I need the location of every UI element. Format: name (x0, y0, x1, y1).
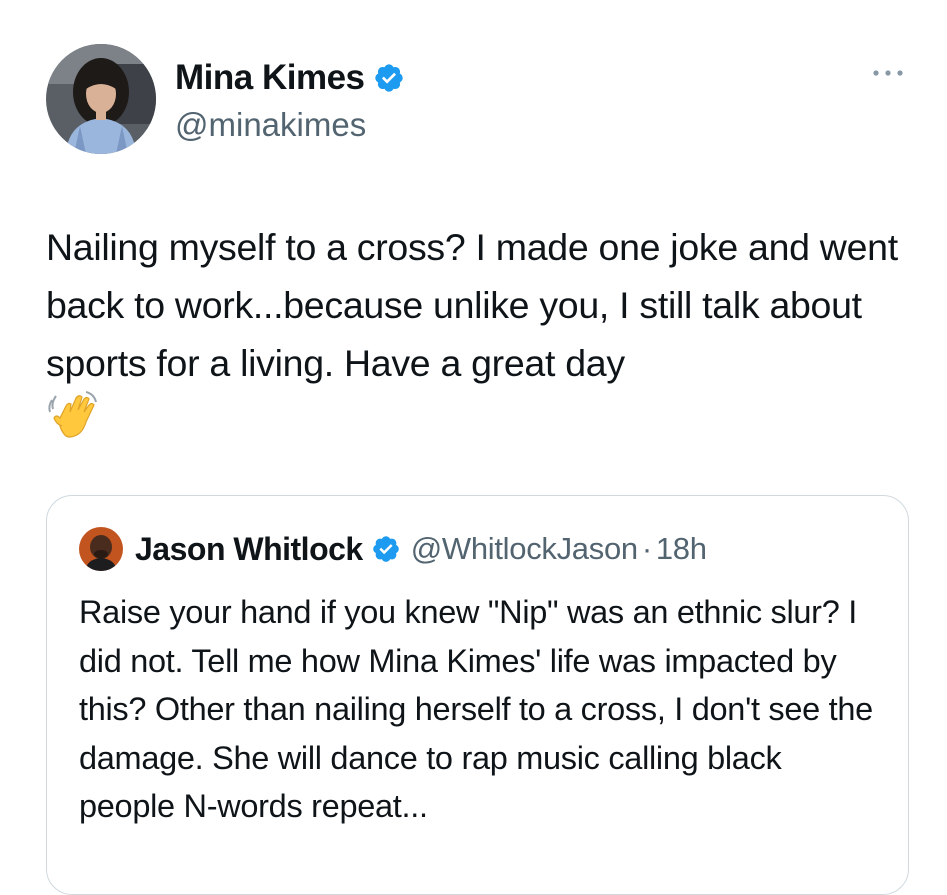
quoted-tweet-time[interactable]: 18h (656, 531, 707, 567)
author-handle[interactable]: @minakimes (175, 104, 366, 146)
separator-dot: · (641, 531, 652, 566)
quoted-author-handle[interactable]: @WhitlockJason (411, 531, 638, 567)
verified-badge-icon (374, 64, 403, 92)
waving-hand-emoji-icon (48, 391, 97, 438)
quoted-tweet-header: Jason Whitlock @WhitlockJason · 18h (79, 526, 707, 572)
tweet-text: Nailing myself to a cross? I made one jo… (46, 226, 898, 384)
profile-photo-man-icon (79, 527, 123, 571)
quoted-author-name[interactable]: Jason Whitlock (135, 531, 363, 568)
quoted-tweet-text: Raise your hand if you knew "Nip" was an… (79, 594, 873, 824)
quoted-tweet-card[interactable]: Jason Whitlock @WhitlockJason · 18h Rais… (46, 495, 909, 895)
verified-badge-icon (372, 536, 399, 562)
author-name[interactable]: Mina Kimes (175, 56, 365, 100)
quoted-author-avatar[interactable] (79, 527, 123, 571)
ellipsis-icon (873, 70, 903, 76)
profile-photo-woman-icon (46, 44, 156, 154)
author-name-row: Mina Kimes (175, 56, 405, 100)
author-avatar[interactable] (46, 44, 156, 154)
waving-hand-emoji (46, 390, 102, 440)
more-options-button[interactable] (868, 62, 908, 84)
